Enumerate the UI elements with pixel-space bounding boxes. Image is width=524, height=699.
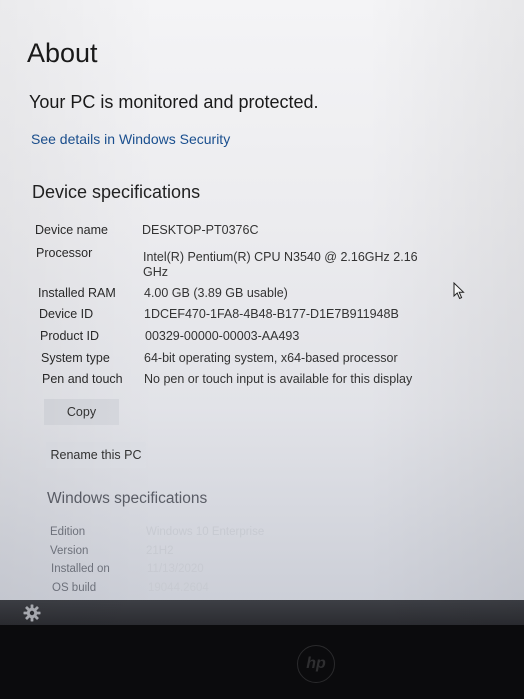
spec-value: 00329-00000-00003-AA493 bbox=[145, 329, 300, 343]
spec-value: DESKTOP-PT0376C bbox=[142, 223, 259, 237]
spec-label: Pen and touch bbox=[42, 372, 123, 386]
hp-logo: hp bbox=[297, 645, 335, 683]
page-title: About bbox=[27, 38, 98, 68]
spec-value: 19044.2604 bbox=[148, 582, 209, 594]
spec-label: Product ID bbox=[40, 329, 100, 343]
spec-label: Installed RAM bbox=[38, 286, 116, 300]
windows-spec-row-edition: Edition Windows 10 Enterprise bbox=[50, 526, 264, 538]
spec-value: No pen or touch input is available for t… bbox=[144, 372, 413, 386]
spec-label: Version bbox=[50, 545, 89, 557]
spec-value: 64-bit operating system, x64-based proce… bbox=[144, 351, 398, 365]
settings-window: About Your PC is monitored and protected… bbox=[0, 0, 524, 625]
spec-label: System type bbox=[41, 351, 110, 365]
rename-pc-button[interactable]: Rename this PC bbox=[46, 442, 146, 468]
spec-value: 11/13/2020 bbox=[147, 563, 204, 575]
spec-value-continued: GHz bbox=[143, 265, 168, 279]
spec-label: Processor bbox=[36, 246, 93, 260]
spec-label: Device name bbox=[35, 223, 108, 237]
spec-value: Intel(R) Pentium(R) CPU N3540 @ 2.16GHz … bbox=[143, 250, 418, 264]
spec-label: Device ID bbox=[39, 307, 94, 321]
windows-security-link[interactable]: See details in Windows Security bbox=[31, 131, 230, 147]
device-specifications-heading: Device specifications bbox=[32, 182, 201, 202]
spec-label: Edition bbox=[50, 526, 86, 538]
gear-icon[interactable] bbox=[22, 603, 42, 623]
copy-button[interactable]: Copy bbox=[44, 399, 119, 425]
protection-status: Your PC is monitored and protected. bbox=[29, 92, 319, 112]
spec-label: Installed on bbox=[51, 563, 110, 575]
spec-value: 1DCEF470-1FA8-4B48-B177-D1E7B911948B bbox=[144, 307, 399, 321]
spec-value: 4.00 GB (3.89 GB usable) bbox=[144, 286, 288, 300]
windows-spec-row-installed-on: Installed on 11/13/2020 bbox=[51, 563, 204, 575]
windows-spec-row-os-build: OS build 19044.2604 bbox=[52, 582, 209, 594]
spec-value: Windows 10 Enterprise bbox=[146, 526, 265, 538]
windows-spec-row-version: Version 21H2 bbox=[50, 545, 174, 557]
spec-value: 21H2 bbox=[146, 545, 174, 557]
taskbar bbox=[0, 600, 524, 625]
spec-label: OS build bbox=[52, 582, 97, 594]
windows-specifications-heading: Windows specifications bbox=[47, 490, 208, 507]
cursor-icon bbox=[453, 282, 465, 300]
